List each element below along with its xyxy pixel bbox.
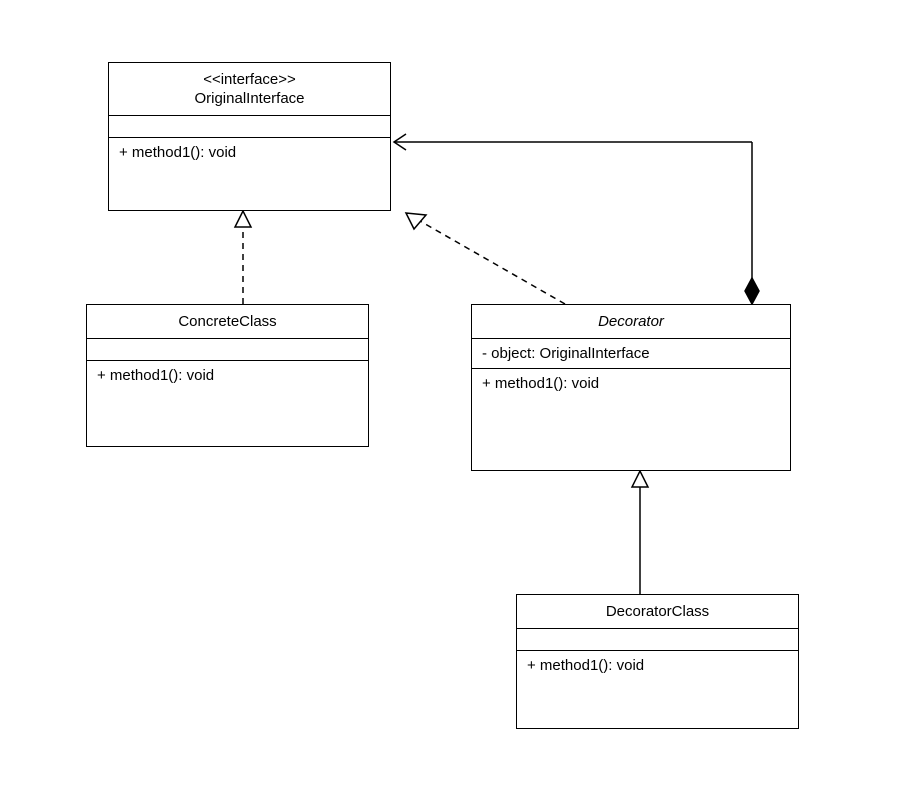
composition-decorator-to-original [394,134,759,304]
class-decorator-class: DecoratorClass + method1(): void [516,594,799,729]
methods-section: + method1(): void [87,360,368,390]
class-concrete: ConcreteClass + method1(): void [86,304,369,447]
method-item: + method1(): void [527,657,644,674]
class-name: DecoratorClass [527,603,788,620]
class-header: Decorator [472,305,790,338]
attributes-section [109,115,390,137]
methods-section: + method1(): void [472,368,790,398]
class-original-interface: <<interface>> OriginalInterface + method… [108,62,391,211]
realization-concrete-to-original [235,211,251,304]
class-decorator: Decorator - object: OriginalInterface + … [471,304,791,471]
class-header: DecoratorClass [517,595,798,628]
method-item: + method1(): void [119,144,236,161]
methods-section: + method1(): void [517,650,798,680]
method-item: + method1(): void [482,375,599,392]
class-header: ConcreteClass [87,305,368,338]
attribute-item: - object: OriginalInterface [482,345,650,362]
attributes-section [517,628,798,650]
uml-diagram: <<interface>> OriginalInterface + method… [0,0,904,791]
stereotype-label: <<interface>> [119,71,380,88]
class-name: Decorator [482,313,780,330]
class-name: OriginalInterface [119,90,380,107]
methods-section: + method1(): void [109,137,390,167]
class-header: <<interface>> OriginalInterface [109,63,390,115]
attributes-section: - object: OriginalInterface [472,338,790,368]
class-name: ConcreteClass [97,313,358,330]
realization-decorator-to-original [406,213,565,304]
attributes-section [87,338,368,360]
generalization-decoratorclass-to-decorator [632,471,648,594]
method-item: + method1(): void [97,367,214,384]
